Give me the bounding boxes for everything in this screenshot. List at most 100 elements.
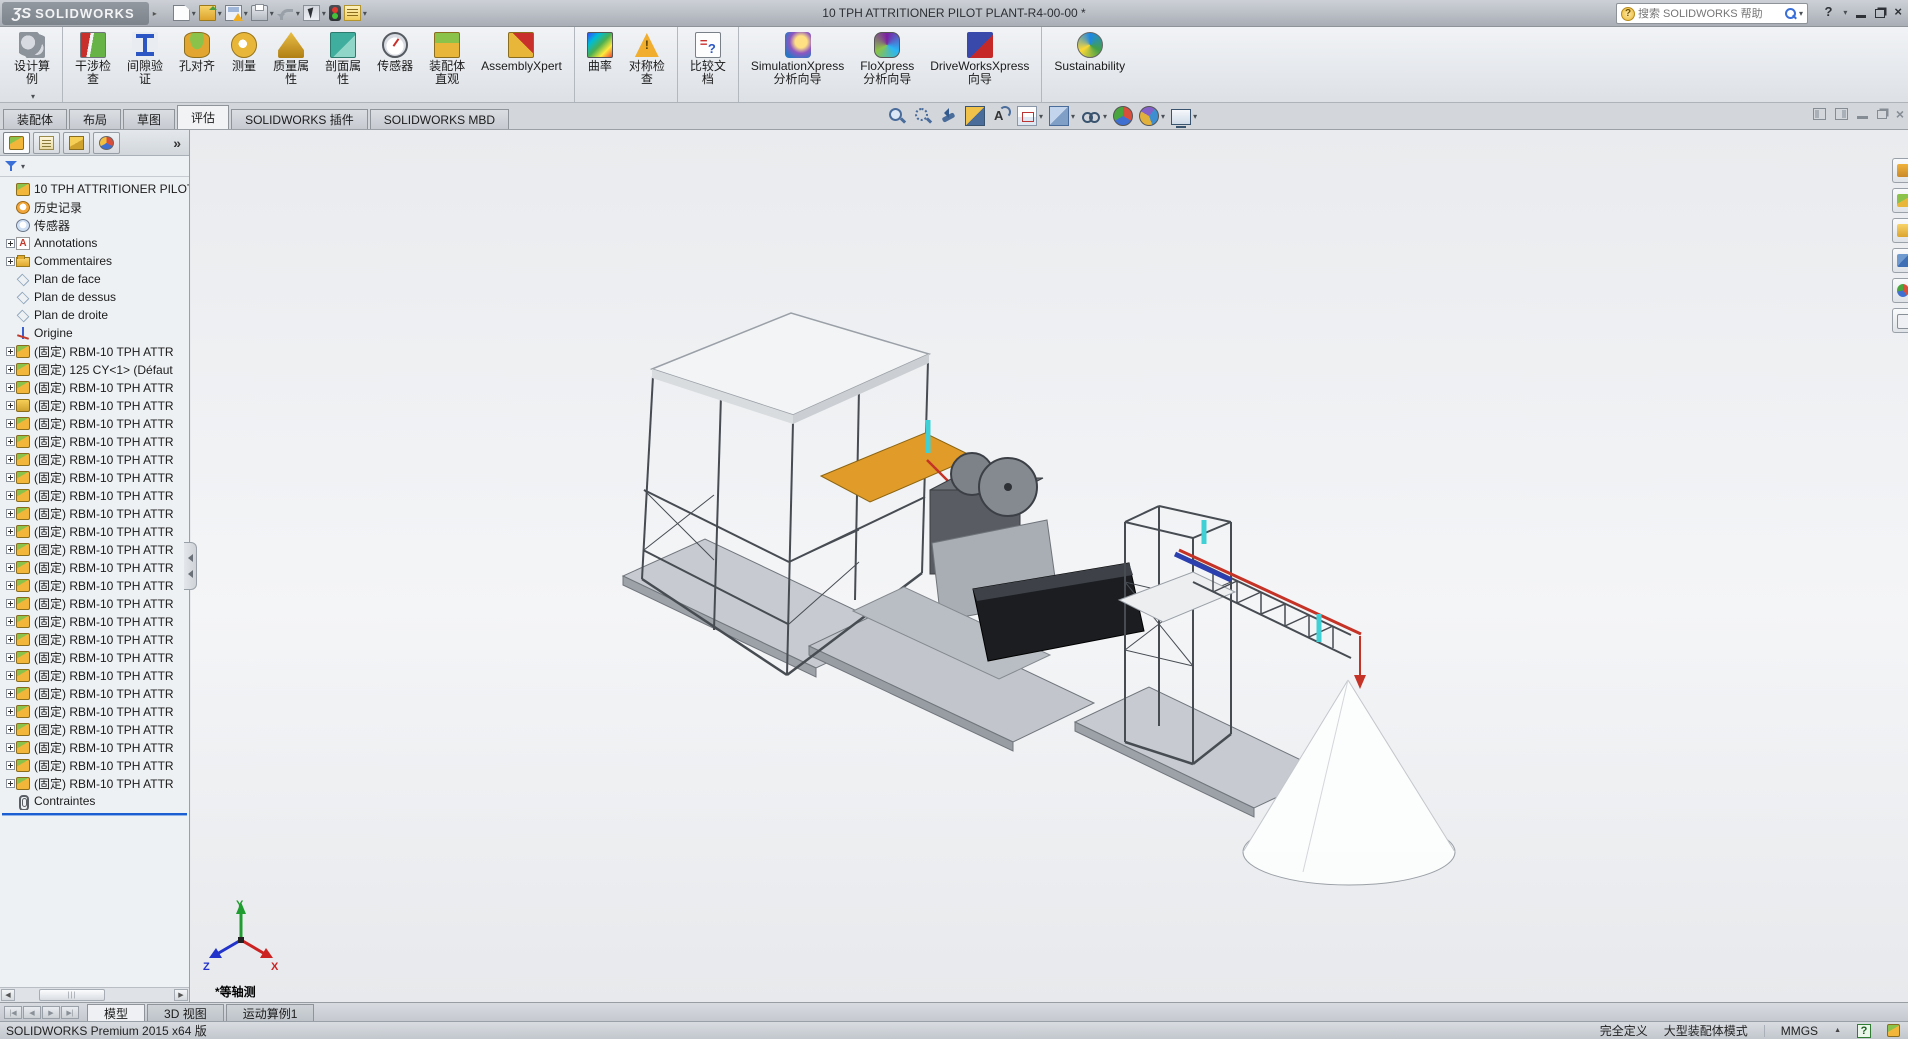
quick-access-button[interactable]: ▾ — [173, 5, 196, 21]
expand-plus-icon[interactable] — [6, 437, 15, 446]
panel-tab[interactable] — [93, 132, 120, 154]
dropdown-caret-icon[interactable]: ▾ — [1193, 112, 1197, 121]
command-tab[interactable]: 布局 — [69, 109, 121, 129]
dropdown-caret-icon[interactable]: ▾ — [1071, 112, 1075, 121]
tree-item[interactable]: (固定) RBM-10 TPH ATTR — [0, 432, 189, 450]
tree-item[interactable]: (固定) RBM-10 TPH ATTR — [0, 594, 189, 612]
view-toolbar-button[interactable]: ▾ — [1081, 106, 1107, 126]
expand-plus-icon[interactable] — [6, 455, 15, 464]
task-pane-tab-icon[interactable] — [1892, 218, 1908, 243]
minimize-button[interactable] — [1856, 15, 1866, 18]
model-tab-nav-button[interactable]: ▶| — [61, 1006, 79, 1019]
tree-item[interactable]: Contraintes — [0, 792, 189, 810]
expand-plus-icon[interactable] — [6, 671, 15, 680]
search-caret-icon[interactable]: ▾ — [1799, 9, 1803, 18]
tree-item[interactable]: 传感器 — [0, 216, 189, 234]
quick-access-button[interactable]: ▾ — [303, 5, 326, 21]
quick-access-button[interactable]: ▾ — [225, 5, 248, 21]
tree-item[interactable]: (固定) RBM-10 TPH ATTR — [0, 756, 189, 774]
flyout-caret-icon[interactable]: ▾ — [31, 92, 35, 101]
tree-item[interactable]: (固定) 125 CY<1> (Défaut — [0, 360, 189, 378]
search-icon[interactable] — [1785, 8, 1797, 20]
tree-item[interactable]: (固定) RBM-10 TPH ATTR — [0, 378, 189, 396]
expand-plus-icon[interactable] — [6, 239, 15, 248]
tree-item[interactable]: (固定) RBM-10 TPH ATTR — [0, 738, 189, 756]
tree-item[interactable]: (固定) RBM-10 TPH ATTR — [0, 558, 189, 576]
task-pane-tab-icon[interactable] — [1892, 308, 1908, 333]
tree-item[interactable]: (固定) RBM-10 TPH ATTR — [0, 450, 189, 468]
expand-plus-icon[interactable] — [6, 725, 15, 734]
ribbon-button[interactable]: 对称检 查 — [621, 27, 673, 102]
tree-item[interactable]: (固定) RBM-10 TPH ATTR — [0, 684, 189, 702]
ribbon-button[interactable]: 传感器 — [369, 27, 421, 102]
quick-access-button[interactable]: ▾ — [199, 5, 222, 21]
tree-horizontal-scrollbar[interactable]: ◀ ||| ▶ — [0, 987, 189, 1002]
document-restore-button[interactable] — [1877, 110, 1887, 119]
units-caret-icon[interactable]: ▲ — [1834, 1027, 1841, 1034]
search-input[interactable] — [1638, 8, 1782, 20]
scroll-right-icon[interactable]: ▶ — [174, 989, 188, 1001]
restore-button[interactable] — [1875, 9, 1885, 18]
scrollbar-track[interactable]: ||| — [15, 989, 174, 1001]
model-tab-nav-button[interactable]: ▶ — [42, 1006, 60, 1019]
panel-tab[interactable] — [3, 132, 30, 154]
tree-item[interactable]: (固定) RBM-10 TPH ATTR — [0, 774, 189, 792]
ribbon-button[interactable]: 比较文 档 — [677, 27, 734, 102]
panel-tab[interactable] — [33, 132, 60, 154]
help-button[interactable]: ? — [1824, 5, 1832, 19]
tree-item[interactable]: Plan de dessus — [0, 288, 189, 306]
quick-tips-icon[interactable]: ? — [1857, 1024, 1871, 1038]
model-tab-nav-button[interactable]: |◀ — [4, 1006, 22, 1019]
tree-item[interactable]: (固定) RBM-10 TPH ATTR — [0, 504, 189, 522]
command-tab[interactable]: 评估 — [177, 105, 229, 129]
pane-left-icon[interactable] — [1813, 108, 1826, 120]
tree-item[interactable]: (固定) RBM-10 TPH ATTR — [0, 396, 189, 414]
expand-plus-icon[interactable] — [6, 491, 15, 500]
assembly-mode-label[interactable]: 大型装配体模式 — [1664, 1022, 1748, 1039]
dropdown-caret-icon[interactable]: ▾ — [192, 9, 196, 18]
expand-plus-icon[interactable] — [6, 509, 15, 518]
model-tab[interactable]: 模型 — [87, 1004, 145, 1021]
tree-item[interactable]: (固定) RBM-10 TPH ATTR — [0, 540, 189, 558]
dropdown-caret-icon[interactable]: ▾ — [296, 9, 300, 18]
dropdown-caret-icon[interactable]: ▾ — [218, 9, 222, 18]
tree-item[interactable]: Plan de face — [0, 270, 189, 288]
task-pane-tab-icon[interactable] — [1892, 158, 1908, 183]
ribbon-button[interactable]: 装配体 直观 — [421, 27, 473, 102]
view-toolbar-button[interactable] — [939, 106, 959, 126]
task-pane-tab-icon[interactable] — [1892, 278, 1908, 303]
expand-plus-icon[interactable] — [6, 653, 15, 662]
ribbon-button[interactable]: 测量 — [223, 27, 265, 102]
ribbon-button[interactable]: SimulationXpress 分析向导 — [738, 27, 852, 102]
dropdown-caret-icon[interactable]: ▾ — [322, 9, 326, 18]
model-tab[interactable]: 3D 视图 — [147, 1004, 224, 1021]
ribbon-button[interactable]: AssemblyXpert — [473, 27, 570, 102]
dropdown-caret-icon[interactable]: ▾ — [244, 9, 248, 18]
ribbon-button[interactable]: 剖面属 性 — [317, 27, 369, 102]
command-tab[interactable]: SOLIDWORKS MBD — [370, 109, 509, 129]
quick-access-button[interactable]: ▾ — [251, 5, 274, 21]
logo-flyout-caret-icon[interactable]: ▸ — [153, 9, 157, 18]
quick-access-button[interactable]: ▾ — [344, 5, 367, 21]
view-toolbar-button[interactable] — [1113, 106, 1133, 126]
tree-item[interactable]: (固定) RBM-10 TPH ATTR — [0, 468, 189, 486]
task-pane-tab-icon[interactable] — [1892, 248, 1908, 273]
dropdown-caret-icon[interactable]: ▾ — [363, 9, 367, 18]
expand-plus-icon[interactable] — [6, 563, 15, 572]
ribbon-button[interactable]: 质量属 性 — [265, 27, 317, 102]
command-tab[interactable]: 装配体 — [3, 109, 67, 129]
tree-item[interactable]: Commentaires — [0, 252, 189, 270]
expand-plus-icon[interactable] — [6, 581, 15, 590]
dropdown-caret-icon[interactable]: ▾ — [1161, 112, 1165, 121]
tree-item[interactable]: Origine — [0, 324, 189, 342]
tree-item[interactable]: (固定) RBM-10 TPH ATTR — [0, 414, 189, 432]
model-tab[interactable]: 运动算例1 — [226, 1004, 315, 1021]
tag-icon[interactable] — [1887, 1024, 1900, 1037]
dropdown-caret-icon[interactable]: ▾ — [1103, 112, 1107, 121]
rollback-bar[interactable] — [2, 813, 187, 815]
view-toolbar-button[interactable]: ▾ — [1017, 106, 1043, 126]
panel-tab[interactable] — [63, 132, 90, 154]
ribbon-button[interactable]: 曲率 — [574, 27, 621, 102]
help-caret-icon[interactable]: ▾ — [1843, 8, 1847, 17]
ribbon-button[interactable]: 干涉检 查 — [62, 27, 119, 102]
